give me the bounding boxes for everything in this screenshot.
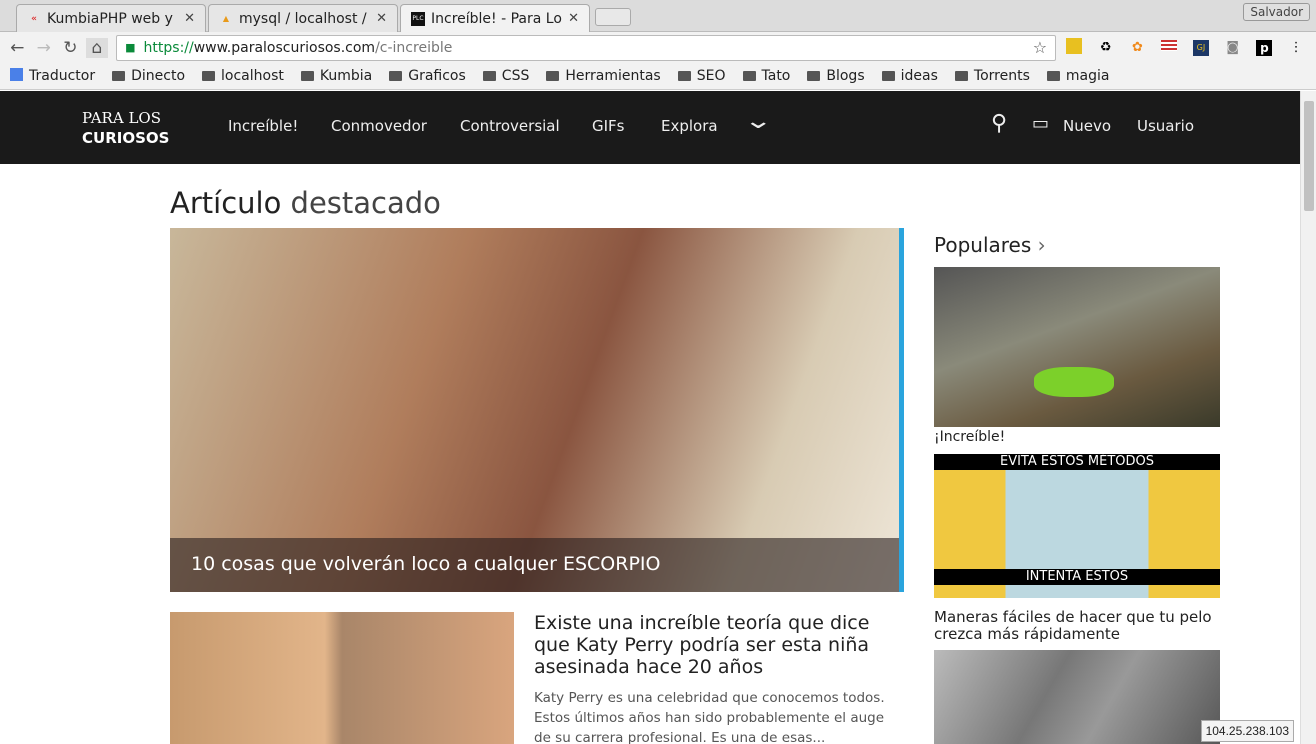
bookmark-star-icon[interactable]: ☆	[1033, 38, 1047, 57]
extension-yellow-icon[interactable]	[1060, 37, 1088, 58]
bookmark-label: Traductor	[29, 68, 96, 84]
thumbnail-detail	[1034, 367, 1114, 397]
user-button[interactable]: Usuario	[1137, 117, 1194, 135]
tab-kumbiaphp[interactable]: « KumbiaPHP web y a ✕	[16, 4, 206, 32]
reload-icon[interactable]: ↻	[59, 38, 82, 58]
popular-caption[interactable]: Maneras fáciles de hacer que tu pelo cre…	[934, 609, 1220, 643]
popular-heading[interactable]: Populares ›	[934, 233, 1046, 257]
bookmark-folder[interactable]: Dinecto	[112, 68, 185, 84]
home-icon[interactable]: ⌂	[85, 37, 109, 58]
tab-paraloscuriosos[interactable]: PLC Increíble! - Para Los ✕	[400, 4, 590, 32]
recycle-icon[interactable]: ♻	[1092, 40, 1120, 55]
bookmark-traductor[interactable]: Traductor	[10, 68, 95, 84]
status-ip: 104.25.238.103	[1200, 720, 1294, 742]
tab-strip: « KumbiaPHP web y a ✕ ▲ mysql / localhost /…	[0, 0, 1316, 32]
nav-increible[interactable]: Increíble!	[228, 117, 298, 135]
bookmark-folder[interactable]: Blogs	[807, 68, 864, 84]
profile-button[interactable]: Salvador	[1243, 3, 1310, 21]
url-path: /c-increible	[375, 39, 453, 56]
search-icon[interactable]: ⚲	[991, 111, 1007, 136]
nav-gifs[interactable]: GIFs	[592, 117, 625, 135]
bookmark-folder[interactable]: CSS	[483, 68, 530, 84]
thumbnail-band: INTENTA ESTOS	[934, 569, 1220, 585]
close-tab-icon[interactable]: ✕	[184, 11, 195, 26]
bookmark-folder[interactable]: Graficos	[389, 68, 466, 84]
logo-top: PARA LOS	[82, 109, 161, 127]
popular-thumbnail[interactable]: EVITA ESTOS MÉTODOS INTENTA ESTOS	[934, 454, 1220, 598]
tab-title: mysql / localhost / e	[239, 10, 371, 27]
site-navbar: PARA LOS CURIOSOS Increíble! Conmovedor C…	[0, 91, 1300, 164]
close-tab-icon[interactable]: ✕	[568, 11, 579, 26]
scrollbar[interactable]	[1300, 91, 1316, 744]
nav-explora[interactable]: Explora	[661, 117, 718, 135]
bookmark-folder[interactable]: localhost	[202, 68, 284, 84]
forward-icon[interactable]: →	[33, 38, 56, 58]
bookmark-folder[interactable]: SEO	[678, 68, 726, 84]
nav-controversial[interactable]: Controversial	[460, 117, 560, 135]
bookmark-folder[interactable]: Kumbia	[301, 68, 372, 84]
tab-title: Increíble! - Para Los	[431, 10, 563, 27]
pma-favicon-icon: ▲	[222, 13, 230, 23]
scrollbar-thumb[interactable]	[1304, 101, 1314, 211]
google-translate-icon	[10, 68, 23, 81]
tab-title: KumbiaPHP web y a	[47, 10, 179, 27]
bookmark-folder[interactable]: Tato	[743, 68, 791, 84]
article-summary: Katy Perry es una celebridad que conocem…	[534, 690, 885, 744]
extension-orange-icon[interactable]: ✿	[1124, 40, 1152, 55]
bookmark-folder[interactable]: Herramientas	[546, 68, 660, 84]
bookmark-folder[interactable]: Torrents	[955, 68, 1030, 84]
title-rest: destacado	[281, 186, 441, 220]
logo-bottom: CURIOSOS	[82, 129, 170, 147]
web-page: PARA LOS CURIOSOS Increíble! Conmovedor C…	[0, 91, 1300, 744]
featured-caption[interactable]: 10 cosas que volverán loco a cualquer ES…	[170, 538, 899, 592]
new-tab-button[interactable]	[595, 8, 631, 26]
nav-conmovedor[interactable]: Conmovedor	[331, 117, 427, 135]
camera-icon[interactable]: ◙	[1219, 40, 1247, 55]
thumbnail-band: EVITA ESTOS MÉTODOS	[934, 454, 1220, 470]
back-icon[interactable]: ←	[6, 38, 29, 58]
flag-icon[interactable]	[1155, 40, 1183, 55]
article-thumbnail[interactable]	[170, 612, 514, 744]
chevron-right-icon: ›	[1037, 233, 1046, 257]
plc-favicon-icon: PLC	[411, 11, 425, 26]
featured-article[interactable]: 10 cosas que volverán loco a cualquer ES…	[170, 228, 904, 592]
new-post-icon[interactable]: ▭	[1032, 113, 1049, 134]
bookmark-folder[interactable]: magia	[1047, 68, 1110, 84]
tab-phpmyadmin[interactable]: ▲ mysql / localhost / e ✕	[208, 4, 398, 32]
bookmarks-bar: Traductor Dinecto localhost Kumbia Grafi…	[0, 63, 1316, 90]
p-extension-icon[interactable]: p	[1251, 39, 1279, 56]
popular-caption[interactable]: ¡Increíble!	[934, 429, 1220, 445]
popular-thumbnail[interactable]	[934, 267, 1220, 427]
kumbia-favicon-icon: «	[31, 13, 37, 24]
address-bar[interactable]: ■ https://www.paraloscuriosos.com/c-incr…	[116, 34, 1057, 61]
url-scheme: https://	[143, 39, 194, 56]
close-tab-icon[interactable]: ✕	[376, 11, 387, 26]
popular-thumbnail[interactable]	[934, 650, 1220, 744]
bookmark-folder[interactable]: ideas	[882, 68, 938, 84]
page-title: Artículo destacado	[170, 186, 441, 220]
title-bold: Artículo	[170, 186, 282, 220]
article-title[interactable]: Existe una increíble teoría que dice que…	[534, 612, 904, 678]
chevron-down-icon[interactable]: ⌄	[743, 109, 773, 134]
site-logo[interactable]: PARA LOS CURIOSOS	[82, 108, 169, 148]
url-domain: www.paraloscuriosos.com	[193, 39, 376, 56]
lock-icon: ■	[125, 41, 136, 54]
gj-extension-icon[interactable]: GJ	[1187, 39, 1215, 56]
menu-icon[interactable]: ⋮	[1282, 40, 1310, 55]
popular-label: Populares	[934, 233, 1032, 257]
new-button[interactable]: Nuevo	[1063, 117, 1111, 135]
browser-toolbar: ← → ↻ ⌂ ■ https://www.paraloscuriosos.co…	[0, 32, 1316, 63]
